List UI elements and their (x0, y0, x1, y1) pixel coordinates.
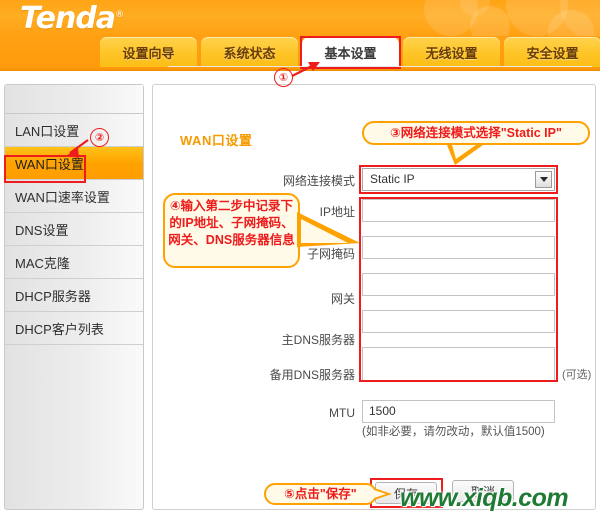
main-nav-tabs: 设置向导 系统状态 基本设置 无线设置 安全设置 (0, 36, 600, 68)
label-primary-dns: 主DNS服务器 (281, 333, 355, 347)
label-connection-mode: 网络连接模式 (282, 174, 355, 188)
input-secondary-dns[interactable] (362, 347, 555, 381)
registered-mark: ® (115, 10, 124, 20)
input-subnet-mask[interactable] (362, 236, 555, 259)
sidebar-nav: LAN口设置 WAN口设置 WAN口速率设置 DNS设置 MAC克隆 DHCP服… (4, 84, 144, 510)
connection-mode-value: Static IP (370, 172, 415, 186)
sidebar-item-mac-clone[interactable]: MAC克隆 (5, 246, 143, 279)
callout-step-4: ④输入第二步中记录下的IP地址、子网掩码、网关、DNS服务器信息 (163, 193, 300, 268)
callout-step-5: ⑤点击"保存" (264, 483, 377, 505)
label-gateway: 网关 (330, 292, 355, 306)
sidebar-header-block (5, 85, 143, 114)
callout-marker-2: ② (90, 128, 109, 147)
tab-system-status[interactable]: 系统状态 (201, 37, 298, 67)
label-mtu: MTU (329, 406, 355, 420)
input-mtu[interactable]: 1500 (362, 400, 555, 423)
optional-note: (可选) (562, 369, 592, 381)
brand-name: Tenda (20, 1, 116, 36)
sidebar-item-dhcp-server[interactable]: DHCP服务器 (5, 279, 143, 312)
tab-setup-wizard[interactable]: 设置向导 (100, 37, 197, 67)
tab-basic-settings[interactable]: 基本设置 (302, 37, 399, 67)
input-primary-dns[interactable] (362, 310, 555, 333)
label-secondary-dns: 备用DNS服务器 (269, 368, 355, 382)
tab-wireless-settings[interactable]: 无线设置 (403, 37, 500, 67)
mtu-hint: (如非必要，请勿改动，默认值1500) (362, 426, 545, 438)
header-divider (0, 68, 600, 71)
callout-marker-1: ① (274, 68, 293, 87)
sidebar-item-dhcp-client-list[interactable]: DHCP客户列表 (5, 312, 143, 345)
title-divider (168, 66, 592, 67)
tenda-logo: Tenda® (20, 1, 124, 36)
page-title: WAN口设置 (180, 133, 253, 148)
input-ip-address[interactable] (362, 199, 555, 222)
callout-step-3: ③网络连接模式选择"Static IP" (362, 121, 590, 145)
page-header: Tenda® (0, 0, 600, 36)
sidebar-item-wan-speed-settings[interactable]: WAN口速率设置 (5, 180, 143, 213)
connection-mode-select[interactable]: Static IP (362, 168, 555, 191)
chevron-down-icon[interactable] (535, 171, 552, 188)
input-gateway[interactable] (362, 273, 555, 296)
decorative-circle (470, 6, 510, 36)
tab-security-settings[interactable]: 安全设置 (504, 37, 600, 67)
sidebar-item-lan-settings[interactable]: LAN口设置 (5, 114, 143, 147)
sidebar-item-dns-settings[interactable]: DNS设置 (5, 213, 143, 246)
sidebar-item-wan-settings[interactable]: WAN口设置 (5, 147, 143, 180)
site-watermark: www.xiqb.com (400, 484, 569, 512)
